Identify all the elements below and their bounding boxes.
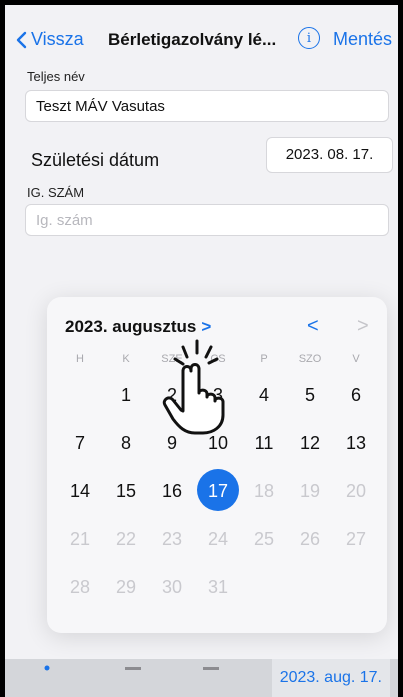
- calendar-day[interactable]: 6: [333, 373, 379, 417]
- calendar-day[interactable]: 5: [287, 373, 333, 417]
- back-label: Vissza: [31, 29, 84, 49]
- calendar-empty-cell: [287, 565, 333, 609]
- info-icon[interactable]: i: [298, 27, 320, 49]
- weekday-label: V: [352, 353, 360, 365]
- weekday-label: K: [122, 353, 130, 365]
- calendar-day[interactable]: 15: [103, 469, 149, 513]
- navigation-bar: Vissza Bérletigazolvány lé... i Mentés: [5, 5, 398, 65]
- hand-pointer-icon: [162, 339, 225, 435]
- selected-date-display[interactable]: 2023. aug. 17.: [271, 659, 390, 697]
- ticket-icon[interactable]: [125, 665, 141, 671]
- month-year-selector[interactable]: 2023. augusztus >: [65, 317, 211, 337]
- calendar-week-row: 28 29 30 31: [57, 561, 387, 609]
- full-name-label: Teljes név: [27, 69, 85, 84]
- month-title: 2023. augusztus: [65, 317, 197, 336]
- calendar-day[interactable]: 7: [57, 421, 103, 465]
- calendar-day[interactable]: 17: [195, 469, 241, 513]
- chevron-left-icon: [16, 31, 27, 48]
- calendar-day[interactable]: 8: [103, 421, 149, 465]
- card-icon[interactable]: [203, 665, 219, 671]
- calendar-day: 27: [345, 529, 367, 549]
- weekday-label: SZO: [298, 353, 322, 365]
- chevron-right-icon: >: [201, 317, 212, 336]
- calendar-day: 26: [299, 529, 321, 549]
- calendar-day[interactable]: 12: [287, 421, 333, 465]
- calendar-day: 20: [345, 481, 367, 501]
- calendar-day: 23: [161, 529, 183, 549]
- birth-date-label: Születési dátum: [31, 150, 160, 170]
- back-button[interactable]: Vissza: [15, 29, 84, 50]
- save-button[interactable]: Mentés: [333, 29, 392, 50]
- location-icon[interactable]: [39, 665, 55, 671]
- calendar-empty-cell: [57, 373, 103, 417]
- calendar-day: 30: [161, 577, 183, 597]
- calendar-day: 22: [115, 529, 137, 549]
- id-number-label: IG. SZÁM: [27, 185, 85, 200]
- calendar-day: 25: [253, 529, 275, 549]
- calendar-day[interactable]: 4: [241, 373, 287, 417]
- calendar-day[interactable]: 13: [333, 421, 379, 465]
- calendar-week-row: 14 15 16 17 18 19 20: [57, 465, 387, 513]
- calendar-empty-cell: [333, 565, 379, 609]
- calendar-day[interactable]: 16: [149, 469, 195, 513]
- app-screen: Vissza Bérletigazolvány lé... i Mentés T…: [5, 5, 398, 697]
- page-title: Bérletigazolvány lé...: [108, 30, 277, 49]
- weekday-label: P: [260, 353, 268, 365]
- next-month-button[interactable]: >: [357, 315, 369, 338]
- birth-date-button[interactable]: 2023. 08. 17.: [266, 137, 393, 173]
- calendar-day[interactable]: 14: [57, 469, 103, 513]
- calendar-day[interactable]: 11: [241, 421, 287, 465]
- calendar-day: 28: [69, 577, 91, 597]
- calendar-week-row: 21 22 23 24 25 26 27: [57, 513, 387, 561]
- previous-month-button[interactable]: <: [307, 315, 319, 338]
- weekday-label: H: [76, 353, 84, 365]
- calendar-day: 24: [207, 529, 229, 549]
- full-name-field[interactable]: Teszt MÁV Vasutas: [25, 90, 389, 122]
- calendar-day: 18: [253, 481, 275, 501]
- calendar-empty-cell: [241, 565, 287, 609]
- calendar-day: 31: [207, 577, 229, 597]
- calendar-day[interactable]: 1: [103, 373, 149, 417]
- calendar-day: 21: [69, 529, 91, 549]
- id-number-field[interactable]: Ig. szám: [25, 204, 389, 236]
- calendar-day: 29: [115, 577, 137, 597]
- calendar-day: 19: [299, 481, 321, 501]
